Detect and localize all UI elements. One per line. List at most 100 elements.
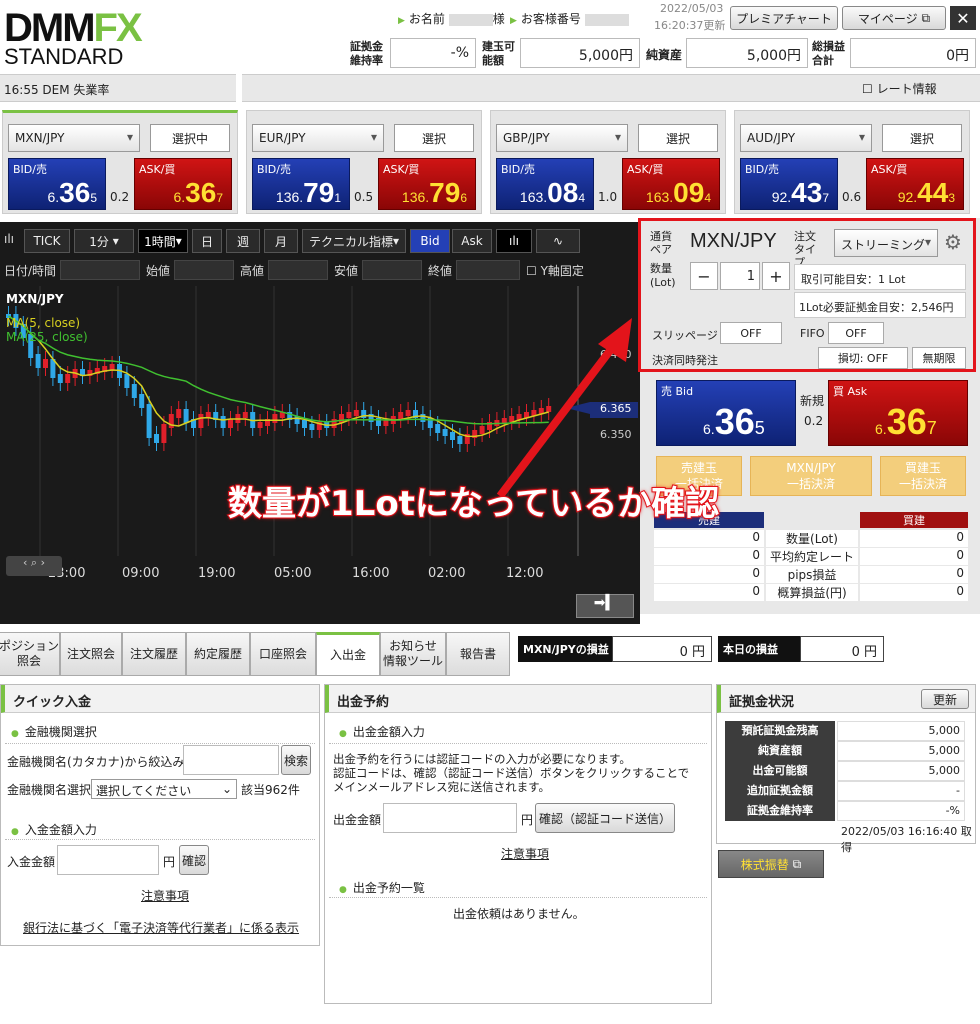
withdraw-desc-3: メインメールアドレス宛に送信されます。 xyxy=(333,780,551,794)
hour-select[interactable]: 1時間 ▾ xyxy=(138,229,188,253)
candle xyxy=(176,409,182,418)
day-button[interactable]: 日 xyxy=(192,229,222,253)
pair-select[interactable]: EUR/JPY xyxy=(252,124,384,152)
position-row-label: 概算損益(円) xyxy=(766,584,858,601)
deposit-confirm-button[interactable]: 確認 xyxy=(179,845,209,875)
select-pair-button[interactable]: 選択 xyxy=(638,124,718,152)
buy-position-close-button[interactable]: 買建玉 一括決済 xyxy=(880,456,966,496)
pair-ask-button[interactable]: ASK/買 163.094 xyxy=(622,158,720,210)
withdraw-amount-input[interactable] xyxy=(383,803,517,833)
pair-bid-button[interactable]: BID/売 136.791 xyxy=(252,158,350,210)
candle xyxy=(383,420,389,426)
candle xyxy=(124,374,130,388)
candle xyxy=(139,394,145,408)
search-button[interactable]: 検索 xyxy=(281,745,311,775)
available-label: 建玉可能額 xyxy=(482,40,515,67)
mypage-button[interactable]: マイページ ⧉ xyxy=(842,6,946,30)
premier-chart-button[interactable]: プレミアチャート xyxy=(730,6,838,30)
withdraw-panel: 出金予約 出金金額入力 出金予約を行うには認証コードの入力が必要になります。 認… xyxy=(324,684,712,1004)
pair-ask-button[interactable]: ASK/買 92.443 xyxy=(866,158,964,210)
bank-name-select[interactable]: 選択してください ⌄ xyxy=(91,779,237,799)
stock-transfer-button[interactable]: 株式振替 ⧉ xyxy=(718,850,824,878)
close-label: 終値 xyxy=(428,264,453,278)
pair-select[interactable]: MXN/JPY xyxy=(8,124,140,152)
rate-info-bar: ☐ レート情報 xyxy=(242,74,980,102)
chart-scroll-left[interactable]: ‹ ⌕ › xyxy=(6,556,62,576)
candle xyxy=(302,420,307,428)
sell-position-value: 0 xyxy=(654,566,764,583)
candle xyxy=(161,424,167,443)
chevron-down-icon: ⌄ xyxy=(221,782,232,796)
tick-button[interactable]: TICK xyxy=(24,229,70,253)
pair-bid-button[interactable]: BID/売 6.365 xyxy=(8,158,106,210)
deposit-amount-input[interactable] xyxy=(57,845,159,875)
open-label: 始値 xyxy=(146,264,171,278)
pair-ask-button[interactable]: ASK/買 6.367 xyxy=(134,158,232,210)
x-tick: 02:00 xyxy=(428,566,466,581)
close-button[interactable]: ✕ xyxy=(950,6,976,30)
pair-ask-button[interactable]: ASK/買 136.796 xyxy=(378,158,476,210)
high-field xyxy=(268,260,328,280)
pair-bid-button[interactable]: BID/売 92.437 xyxy=(740,158,838,210)
chart-latest-button[interactable]: ➡▍ xyxy=(576,594,634,618)
candle xyxy=(154,434,159,443)
line-chart-button[interactable]: ∿ xyxy=(536,229,580,253)
margin-row: 証拠金維持率 -% xyxy=(725,801,965,821)
chart-symbol: MXN/JPY xyxy=(6,292,64,306)
new-label: 新規 xyxy=(800,394,825,408)
tab-reports[interactable]: 報告書 xyxy=(446,632,510,676)
sell-bid-button[interactable]: 売 Bid 6.365 xyxy=(656,380,796,446)
withdraw-notes-link[interactable]: 注意事項 xyxy=(501,845,549,862)
pair-bid-button[interactable]: BID/売 163.084 xyxy=(496,158,594,210)
margin-row-label: 証拠金維持率 xyxy=(725,801,835,821)
pair-close-all-button[interactable]: MXN/JPY 一括決済 xyxy=(750,456,872,496)
tab-order-history[interactable]: 注文履歴 xyxy=(122,632,186,676)
candle-chart-button[interactable]: ılı xyxy=(496,229,532,253)
tab-position[interactable]: ポジション 照会 xyxy=(0,632,60,676)
candle xyxy=(146,404,152,438)
technical-indicator-select[interactable]: テクニカル指標 ▾ xyxy=(302,229,406,253)
select-pair-button[interactable]: 選択 xyxy=(882,124,962,152)
withdraw-yen: 円 xyxy=(521,813,534,827)
select-pair-button[interactable]: 選択中 xyxy=(150,124,230,152)
amount-heading: 入金金額入力 xyxy=(11,821,97,838)
deposit-notes-link[interactable]: 注意事項 xyxy=(141,887,189,904)
minute-select[interactable]: 1分 ▾ xyxy=(74,229,134,253)
candle-icon: ılı xyxy=(508,234,519,248)
week-button[interactable]: 週 xyxy=(226,229,260,253)
date-time-field xyxy=(60,260,140,280)
rate-info-checkbox[interactable]: ☐ レート情報 xyxy=(862,80,937,97)
tab-execution-history[interactable]: 約定履歴 xyxy=(186,632,250,676)
window-icon: ⧉ xyxy=(792,856,802,871)
tab-account[interactable]: 口座照会 xyxy=(250,632,316,676)
buy-position-value: 0 xyxy=(860,584,968,601)
banking-law-link[interactable]: 銀行法に基づく「電子決済等代行業者」に係る表示 xyxy=(23,919,299,936)
margin-status-panel: 証拠金状況 更新 預託証拠金残高 5,000 純資産額 5,000 出金可能額 5,000… xyxy=(716,684,976,854)
deposit-amount-label: 入金金額 xyxy=(7,855,56,869)
ask-toggle[interactable]: Ask xyxy=(452,229,492,253)
pair-pl-label: MXN/JPYの損益 xyxy=(518,636,614,662)
pair-select[interactable]: AUD/JPY xyxy=(740,124,872,152)
select-pair-button[interactable]: 選択 xyxy=(394,124,474,152)
margin-row-label: 預託証拠金残高 xyxy=(725,721,835,741)
buy-ask-button[interactable]: 買 Ask 6.367 xyxy=(828,380,968,446)
month-button[interactable]: 月 xyxy=(264,229,298,253)
candle xyxy=(220,416,226,428)
margin-row-value: 5,000 xyxy=(837,721,965,741)
tab-news-tools[interactable]: お知らせ 情報ツール xyxy=(380,632,446,676)
candle xyxy=(353,410,359,416)
y-axis-fix-checkbox[interactable]: ☐ Y軸固定 xyxy=(526,262,584,279)
x-tick: 16:00 xyxy=(352,566,390,581)
pair-spread: 0.5 xyxy=(354,190,374,204)
margin-update-button[interactable]: 更新 xyxy=(921,689,969,709)
candle xyxy=(257,422,263,428)
x-tick: 19:00 xyxy=(198,566,236,581)
customer-number-label: ▶ お客様番号 xyxy=(510,10,629,27)
bid-toggle[interactable]: Bid xyxy=(410,229,450,253)
send-code-button[interactable]: 確認（認証コード送信） xyxy=(535,803,675,833)
pair-select[interactable]: GBP/JPY xyxy=(496,124,628,152)
net-assets-label: 純資産 xyxy=(646,48,683,62)
tab-order-inquiry[interactable]: 注文照会 xyxy=(60,632,122,676)
tab-deposit-withdraw[interactable]: 入出金 xyxy=(316,632,380,676)
kana-filter-input[interactable] xyxy=(183,745,279,775)
